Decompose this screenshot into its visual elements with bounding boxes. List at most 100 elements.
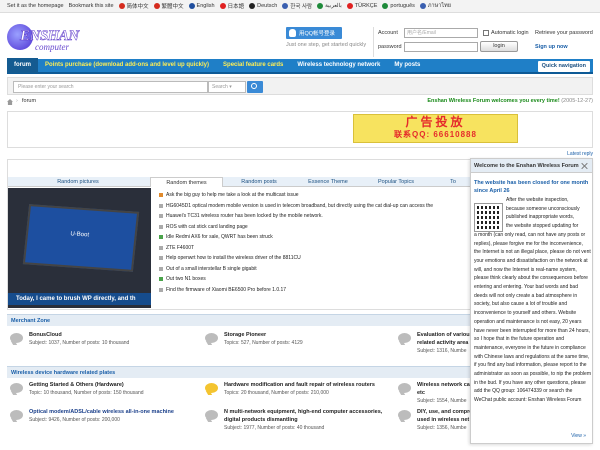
forum-entry[interactable]: DIY, use, and compre used in wireless net… (398, 408, 470, 434)
forum-name[interactable]: Storage Pioneer (224, 332, 266, 338)
post-item[interactable]: Idle Redmi AX6 for sale, QWRT has been s… (158, 232, 474, 243)
forum-name[interactable]: BonusCloud (29, 332, 62, 338)
language-link[interactable]: 日本語 (219, 2, 244, 10)
slogan: Just one step, get started quickly (286, 42, 367, 48)
language-label: Deutsch (257, 3, 278, 9)
forum-stats: Topics: 527, Number of posts: 4129 (224, 340, 303, 346)
nav-item[interactable]: Special feature cards (216, 58, 290, 73)
post-item[interactable]: Help openwrt how to install the wireless… (158, 253, 474, 264)
language-link[interactable]: Deutsch (249, 3, 277, 9)
zone-merchant-header[interactable]: Merchant Zone (7, 314, 470, 326)
forum-entry[interactable]: Wireless network ca etc Subject: 1554, Num… (398, 381, 470, 407)
tab-item[interactable]: Popular Topics (366, 177, 426, 187)
forum-entry[interactable]: N multi-network equipment, high-end comp… (205, 408, 395, 434)
ad-banner[interactable]: 广告投放 联系QQ: 66610888 (353, 114, 518, 143)
forum-name[interactable]: Wireless network ca (417, 382, 470, 388)
forum-entry[interactable]: BonusCloud Subject: 1037, Number of posts… (10, 331, 200, 357)
account-label: Account (378, 30, 398, 36)
post-title[interactable]: Idle Redmi AX6 for sale, QWRT has been s… (166, 234, 273, 240)
language-label: TÜRKÇE (354, 3, 378, 9)
quick-navigation-button[interactable]: Quick navigation (537, 61, 590, 72)
forum-name[interactable]: Getting Started & Others (Hardware) (29, 382, 124, 388)
post-title[interactable]: Ask the big guy to help me take a look a… (166, 192, 299, 198)
post-title[interactable]: Help openwrt how to install the wireless… (166, 255, 301, 261)
close-icon[interactable] (582, 163, 588, 169)
set-homepage-link[interactable]: Set it as the homepage (7, 3, 64, 9)
forum-name-continued[interactable]: etc (417, 390, 425, 396)
password-input[interactable] (404, 42, 478, 52)
tab-item[interactable]: Random posts (227, 177, 291, 187)
post-item[interactable]: ZTE F4600T (158, 243, 474, 254)
forum-name-continued[interactable]: related activity area (417, 340, 468, 346)
breadcrumb-forum-link[interactable]: forum (22, 98, 36, 104)
qq-login-button[interactable]: 用QQ帐号登录 (286, 27, 342, 39)
post-title[interactable]: Out two N1 boxes (166, 276, 206, 282)
tab-item[interactable]: Random themes (150, 177, 223, 187)
featured-photo[interactable]: U-Boot Today, I came to brush WP directl… (8, 188, 151, 308)
forum-entry[interactable]: Optical modem/ADSL/cable wireless all-in… (10, 408, 200, 434)
forum-name-continued[interactable]: digital products dismantling (224, 417, 298, 423)
post-item[interactable]: HG6045D1 optical modem mobile version is… (158, 201, 474, 212)
post-list: Ask the big guy to help me take a look a… (158, 190, 474, 295)
latest-reply-link[interactable]: Latest reply (567, 151, 593, 157)
account-input[interactable]: 用户名/Email (404, 28, 478, 38)
bookmark-link[interactable]: Bookmark this site (69, 3, 114, 9)
post-title[interactable]: ROS with cat stick card landing page (166, 224, 248, 230)
flag-icon (153, 3, 160, 9)
logo-subtitle: computer (35, 42, 69, 52)
sign-up-link[interactable]: Sign up now (535, 44, 568, 50)
post-title[interactable]: Out of a small interstellar B single gig… (166, 266, 257, 272)
tab-item[interactable]: Random pictures (8, 177, 148, 187)
site-logo[interactable]: ENSHAN computer (7, 24, 89, 54)
zone-hardware-header[interactable]: Wireless device hardware related plates (7, 366, 470, 378)
post-bullet-icon (159, 277, 163, 281)
tab-item[interactable]: Essence Theme (293, 177, 363, 187)
nav-item[interactable]: My posts (387, 58, 427, 73)
notice-title[interactable]: The website has been closed for one mont… (474, 179, 591, 195)
language-label: 繁體中文 (161, 4, 184, 10)
view-more-link[interactable]: View » (571, 433, 586, 439)
language-label: 한국 사람 (290, 4, 313, 10)
home-icon[interactable] (7, 99, 13, 105)
welcome-date: (2005-12-27) (561, 98, 593, 104)
forum-entry[interactable]: Evaluation of various related activity ar… (398, 331, 470, 357)
post-title[interactable]: Find the firmware of Xiaomi BE6500 Pro b… (166, 287, 286, 293)
retrieve-password-link[interactable]: Retrieve your password (535, 30, 593, 36)
post-item[interactable]: Huawei's TC31 wireless router has been l… (158, 211, 474, 222)
search-button[interactable] (247, 81, 263, 93)
post-title[interactable]: Huawei's TC31 wireless router has been l… (166, 213, 323, 219)
language-link[interactable]: português (382, 3, 415, 9)
qq-icon (289, 29, 296, 37)
photo-caption[interactable]: Today, I came to brush WP directly, and … (8, 293, 151, 305)
language-link[interactable]: English (188, 3, 215, 9)
forum-name-continued[interactable]: used in wireless net (417, 417, 469, 423)
forum-name[interactable]: Evaluation of various (417, 332, 470, 338)
language-link[interactable]: بالعربية (317, 3, 342, 9)
post-item[interactable]: Ask the big guy to help me take a look a… (158, 190, 474, 201)
language-link[interactable]: 繁體中文 (153, 2, 184, 10)
language-link[interactable]: TÜRKÇE (346, 3, 378, 9)
forum-name[interactable]: N multi-network equipment, high-end comp… (224, 409, 382, 415)
post-title[interactable]: ZTE F4600T (166, 245, 194, 251)
auto-login-checkbox[interactable] (483, 30, 489, 36)
nav-item[interactable]: Points purchase (download add-ons and le… (38, 58, 216, 73)
forum-name[interactable]: Hardware modification and fault repair o… (224, 382, 375, 388)
language-link[interactable]: ภาษาไทย (419, 2, 451, 10)
post-item[interactable]: Out of a small interstellar B single gig… (158, 264, 474, 275)
search-type-select[interactable]: Search ▾ (208, 81, 246, 93)
forum-name[interactable]: Optical modem/ADSL/cable wireless all-in… (29, 409, 174, 415)
nav-item[interactable]: forum (7, 58, 38, 73)
post-item[interactable]: ROS with cat stick card landing page (158, 222, 474, 233)
login-button[interactable]: login (480, 41, 518, 52)
forum-entry[interactable]: Hardware modification and fault repair o… (205, 381, 395, 407)
post-item[interactable]: Out two N1 boxes (158, 274, 474, 285)
search-input[interactable]: Please enter your search (13, 81, 208, 93)
forum-name[interactable]: DIY, use, and compre (417, 409, 470, 415)
forum-entry[interactable]: Storage Pioneer Topics: 527, Number of po… (205, 331, 395, 357)
language-link[interactable]: 한국 사람 (282, 2, 312, 10)
post-title[interactable]: HG6045D1 optical modem mobile version is… (166, 203, 433, 209)
forum-entry[interactable]: Getting Started & Others (Hardware) Topic… (10, 381, 200, 407)
nav-item[interactable]: Wireless technology network (290, 58, 387, 73)
language-link[interactable]: 简体中文 (118, 2, 149, 10)
post-item[interactable]: Find the firmware of Xiaomi BE6500 Pro b… (158, 285, 474, 296)
